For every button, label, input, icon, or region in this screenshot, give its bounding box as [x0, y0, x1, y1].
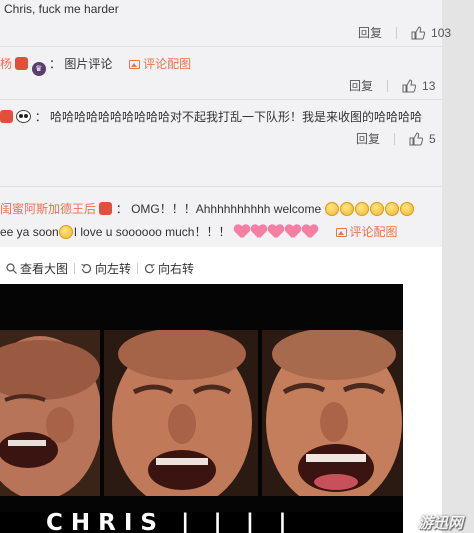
- comment-username[interactable]: 闺蜜阿斯加德王后: [0, 202, 96, 216]
- reply-button[interactable]: 回复: [356, 130, 380, 147]
- image-toolbar: 查看大图 向左转 向右转: [0, 258, 200, 278]
- scroll-gutter: [442, 0, 474, 533]
- like-count: 13: [422, 78, 436, 93]
- like-count: 5: [429, 131, 436, 146]
- vip-badge-icon: [0, 110, 13, 123]
- comment-1-actions: 回复 103: [358, 24, 451, 41]
- comment-text: I love u soooooo much！！！: [73, 225, 231, 239]
- meme-caption: CHRIS | | | |: [46, 510, 295, 533]
- search-icon: [6, 262, 17, 274]
- member-badge-icon: ♛: [31, 62, 46, 76]
- action-divider: [396, 26, 398, 39]
- comment-3-actions: 回复 5: [356, 130, 436, 147]
- rotate-left-label: 向左转: [95, 261, 132, 276]
- comment-text: ee ya soon: [0, 225, 59, 239]
- heart-emoji-icon: [251, 225, 267, 239]
- thumb-up-icon[interactable]: [409, 131, 424, 146]
- heart-emoji-icon: [234, 225, 250, 239]
- comment-image-link[interactable]: 评论配图: [143, 57, 191, 71]
- comment-text: Chris, fuck me harder: [4, 2, 119, 16]
- vip-badge-icon: [99, 202, 113, 215]
- thumb-up-icon[interactable]: [411, 25, 426, 40]
- face-panel-3: [262, 330, 403, 496]
- comment-2-actions: 回复 13: [349, 77, 435, 94]
- comment-1: Chris, fuck me harder: [4, 2, 119, 16]
- action-divider: [387, 79, 389, 92]
- face-panel-1: [0, 330, 100, 496]
- panda-avatar-icon: [16, 110, 32, 123]
- heart-emoji-icon: [285, 225, 301, 239]
- comment-username[interactable]: 杨: [0, 57, 12, 71]
- comment-separator: ：: [115, 202, 128, 216]
- face-panel-2: [104, 330, 258, 496]
- rotate-right-icon: [145, 263, 155, 273]
- divider: [0, 99, 442, 100]
- comment-separator: ：: [34, 110, 47, 124]
- comment-separator: ：: [49, 57, 62, 71]
- watermark: 游迅网: [418, 515, 464, 532]
- crying-laugh-emoji-icon: [58, 225, 73, 239]
- image-icon: [335, 228, 347, 237]
- vip-badge-icon: [15, 57, 29, 70]
- rotate-left-icon: [81, 263, 92, 273]
- comment-2: 杨 ♛ ： 图片评论 评论配图: [0, 55, 191, 76]
- comment-image-link[interactable]: 评论配图: [350, 225, 398, 239]
- crying-laugh-emoji-icon: [354, 202, 369, 216]
- crying-laugh-emoji-icon: [339, 202, 354, 216]
- comment-4-line2: ee ya soon I love u soooooo much！！！ 评论配图: [0, 223, 398, 240]
- comment-text: OMG！！！Ahhhhhhhhhh welcome: [131, 202, 322, 216]
- divider: [0, 46, 442, 47]
- reply-button[interactable]: 回复: [349, 77, 373, 94]
- view-large-button[interactable]: 查看大图: [0, 260, 74, 277]
- image-icon: [129, 60, 141, 69]
- crying-laugh-emoji-icon: [369, 202, 384, 216]
- comment-3: ： 哈哈哈哈哈哈哈哈哈哈对不起我打乱一下队形！我是来收图的哈哈哈哈: [0, 108, 422, 125]
- rotate-left-button[interactable]: 向左转: [75, 260, 137, 277]
- view-large-label: 查看大图: [20, 261, 69, 276]
- comment-4: 闺蜜阿斯加德王后 ： OMG！！！Ahhhhhhhhhh welcome: [0, 200, 415, 217]
- crying-laugh-emoji-icon: [399, 202, 414, 216]
- heart-emoji-icon: [268, 225, 284, 239]
- crying-laugh-emoji-icon: [384, 202, 399, 216]
- like-count: 103: [431, 25, 452, 40]
- action-divider: [394, 132, 396, 145]
- heart-emoji-icon: [302, 225, 318, 239]
- thumb-up-icon[interactable]: [402, 78, 417, 93]
- reply-button[interactable]: 回复: [358, 24, 382, 41]
- comment-text: 图片评论: [64, 57, 113, 71]
- rotate-right-button[interactable]: 向右转: [138, 260, 200, 277]
- divider: [0, 186, 442, 187]
- meme-image[interactable]: CHRIS | | | |: [0, 284, 403, 533]
- comment-text: 哈哈哈哈哈哈哈哈哈哈对不起我打乱一下队形！我是来收图的哈哈哈哈: [50, 110, 423, 124]
- rotate-right-label: 向右转: [158, 261, 195, 276]
- crying-laugh-emoji-icon: [324, 202, 339, 216]
